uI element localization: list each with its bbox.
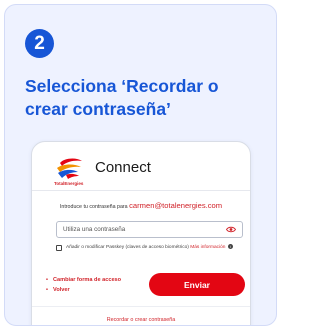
info-icon: i <box>227 244 233 250</box>
totalenergies-logo-icon <box>57 158 82 179</box>
brand-wordmark: TotalEnergies <box>54 181 84 186</box>
password-input[interactable] <box>56 221 243 238</box>
more-info-link[interactable]: Más información <box>190 245 225 250</box>
bullet-icon: • <box>46 287 48 293</box>
passkey-checkbox[interactable] <box>56 245 62 251</box>
header-divider <box>32 190 250 191</box>
intro-text: Introduce tu contraseña para <box>59 204 128 210</box>
send-button[interactable]: Enviar <box>149 273 245 296</box>
step-number-badge: 2 <box>25 29 54 58</box>
bullet-icon: • <box>46 277 48 283</box>
connect-title: Connect <box>95 159 151 176</box>
back-link[interactable]: • Volver <box>46 285 121 295</box>
footer-divider <box>32 306 250 307</box>
instruction-card: 2 Selecciona ‘Recordar o crear contraseñ… <box>4 4 277 326</box>
user-email: carmen@totalenergies.com <box>129 201 223 210</box>
login-screen-mockup: TotalEnergies Connect Introduce tu contr… <box>31 141 251 325</box>
eye-icon[interactable] <box>226 226 236 233</box>
secondary-links: • Cambiar forma de acceso • Volver <box>46 275 121 295</box>
instruction-headline: Selecciona ‘Recordar o crear contraseña’ <box>25 76 219 119</box>
recover-password-link[interactable]: Recordar o crear contraseña <box>32 317 250 323</box>
passkey-label: Añadir o modificar Passkey (claves de ac… <box>66 244 246 251</box>
password-intro: Introduce tu contraseña para carmen@tota… <box>32 201 250 210</box>
change-access-method-link[interactable]: • Cambiar forma de acceso <box>46 275 121 285</box>
